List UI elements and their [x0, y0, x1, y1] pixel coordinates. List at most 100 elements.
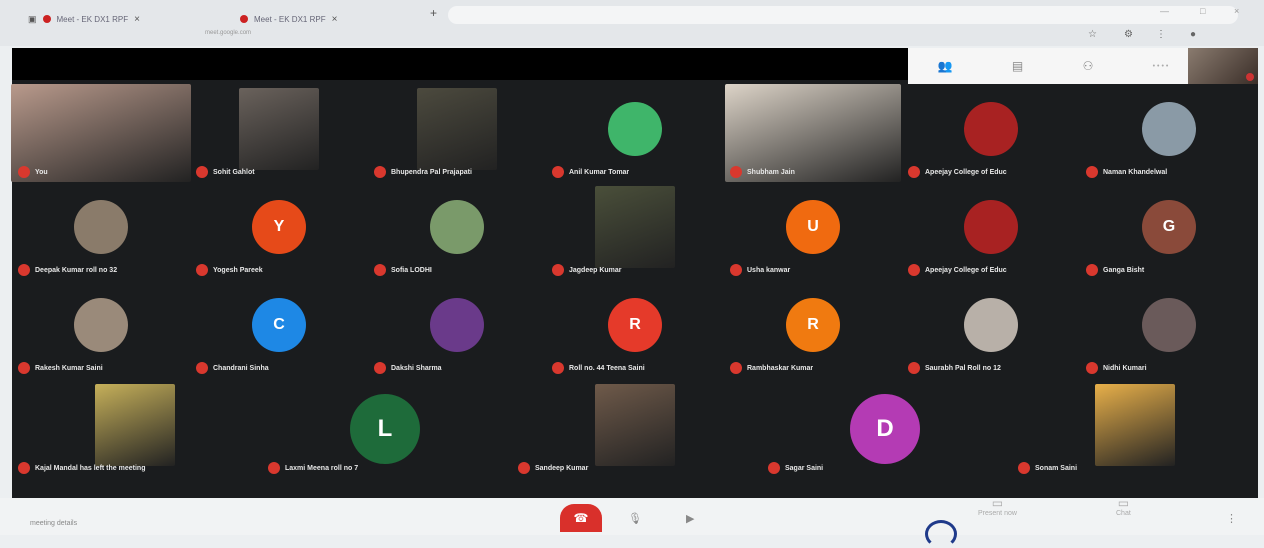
- participant-avatar: [430, 200, 484, 254]
- participant-name: Chandrani Sinha: [196, 362, 269, 374]
- participant-tile[interactable]: Anil Kumar Tomar: [546, 84, 724, 182]
- participant-tile[interactable]: Sofia LODHI: [368, 182, 546, 280]
- participant-tile[interactable]: C Chandrani Sinha: [190, 280, 368, 378]
- participant-tile[interactable]: Sonam Saini: [1012, 380, 1258, 478]
- participant-tile[interactable]: D Sagar Saini: [762, 380, 1008, 478]
- participants-icon[interactable]: 👥: [938, 59, 953, 73]
- mic-muted-icon: [196, 362, 208, 374]
- mic-muted-icon: [908, 264, 920, 276]
- participant-name-label: Sandeep Kumar: [535, 464, 589, 472]
- more-options-icon[interactable]: ⋮: [1226, 512, 1237, 525]
- participant-tile[interactable]: G Ganga Bisht: [1080, 182, 1258, 280]
- participant-name: You: [18, 166, 48, 178]
- participant-name-label: Saurabh Pal Roll no 12: [925, 364, 1001, 372]
- present-button[interactable]: ▭ Present now: [978, 496, 1017, 517]
- browser-tabbar: ▣ Meet - EK DX1 RPF × Meet - EK DX1 RPF …: [0, 0, 1264, 46]
- meeting-top-controls: 👥 ▤ ⚇ • • • •: [908, 48, 1198, 84]
- participant-tile[interactable]: Rakesh Kumar Saini: [12, 280, 190, 378]
- meeting-grid: 👥 ▤ ⚇ • • • • You Sohit Gahlot Bhupendra P…: [11, 48, 1258, 498]
- participant-name: Yogesh Pareek: [196, 264, 263, 276]
- chat-button[interactable]: ▭ Chat: [1116, 496, 1131, 517]
- participant-tile[interactable]: Kajal Mandal has left the meeting: [12, 380, 258, 478]
- chat-icon[interactable]: ▤: [1012, 59, 1023, 73]
- participant-tile[interactable]: Sohit Gahlot: [190, 84, 368, 182]
- chat-label: Chat: [1116, 510, 1131, 517]
- participant-name: Rambhaskar Kumar: [730, 362, 813, 374]
- participant-name-label: Dakshi Sharma: [391, 364, 442, 372]
- close-window-icon[interactable]: ×: [1234, 6, 1239, 16]
- browser-tab[interactable]: Meet - EK DX1 RPF ×: [240, 8, 337, 30]
- mic-muted-icon: [18, 462, 30, 474]
- participant-tile[interactable]: Naman Khandelwal: [1080, 84, 1258, 182]
- menu-icon[interactable]: ⋮: [1156, 29, 1166, 40]
- recording-dot-icon: [42, 15, 51, 23]
- participant-avatar: D: [850, 394, 920, 464]
- participant-tile[interactable]: Shubham Jain: [724, 84, 902, 182]
- participant-avatar: [964, 200, 1018, 254]
- participant-name: Saurabh Pal Roll no 12: [908, 362, 1001, 374]
- maximize-icon[interactable]: □: [1200, 6, 1205, 16]
- mic-muted-icon: [518, 462, 530, 474]
- participant-tile[interactable]: L Laxmi Meena roll no 7: [262, 380, 508, 478]
- microphone-button[interactable]: 🎙: [628, 512, 642, 525]
- people-icon[interactable]: ⚇: [1083, 59, 1094, 73]
- participant-name-label: Apeejay College of Educ: [925, 168, 1007, 176]
- participant-avatar: L: [350, 394, 420, 464]
- participant-name-label: Usha kanwar: [747, 266, 791, 274]
- browser-tab[interactable]: ▣ Meet - EK DX1 RPF ×: [28, 8, 140, 30]
- minimize-icon[interactable]: —: [1160, 6, 1169, 16]
- participant-avatar: [964, 102, 1018, 156]
- participant-tile[interactable]: Nidhi Kumari: [1080, 280, 1258, 378]
- mic-muted-icon: [908, 166, 920, 178]
- participant-name: Sandeep Kumar: [518, 462, 588, 474]
- participant-tile[interactable]: Deepak Kumar roll no 32: [12, 182, 190, 280]
- meeting-code[interactable]: meeting details: [30, 520, 77, 527]
- participant-avatar: C: [252, 298, 306, 352]
- participant-name-label: Apeejay College of Educ: [925, 266, 1007, 274]
- participant-video: [1095, 384, 1175, 466]
- profile-icon[interactable]: ●: [1190, 29, 1196, 40]
- self-view-thumbnail[interactable]: [1188, 48, 1258, 84]
- participant-tile[interactable]: Y Yogesh Pareek: [190, 182, 368, 280]
- phone-icon: ☎: [573, 511, 589, 525]
- address-bar[interactable]: [448, 6, 1238, 24]
- participant-video: [595, 186, 675, 268]
- participant-tile[interactable]: U Usha kanwar: [724, 182, 902, 280]
- participant-name-label: Roll no. 44 Teena Saini: [569, 364, 645, 372]
- tab-label: Meet - EK DX1 RPF: [56, 14, 129, 24]
- participant-tile[interactable]: Jagdeep Kumar: [546, 182, 724, 280]
- camera-icon: ▣: [28, 13, 37, 24]
- recording-dot-icon: [240, 15, 248, 23]
- star-icon[interactable]: ☆: [1088, 29, 1097, 40]
- new-tab-icon[interactable]: +: [430, 6, 437, 20]
- participant-tile[interactable]: Sandeep Kumar: [512, 380, 758, 478]
- extension-icon[interactable]: ⚙: [1124, 29, 1133, 40]
- participant-avatar: [430, 298, 484, 352]
- participant-tile[interactable]: Bhupendra Pal Prajapati: [368, 84, 546, 182]
- mic-muted-icon: [730, 362, 742, 374]
- close-icon[interactable]: ×: [134, 14, 140, 25]
- participant-avatar: R: [608, 298, 662, 352]
- participant-name-label: Sonam Saini: [1035, 464, 1078, 472]
- participant-avatar: [1142, 298, 1196, 352]
- participant-name: Ganga Bisht: [1086, 264, 1144, 276]
- participant-tile[interactable]: Apeejay College of Educ: [902, 182, 1080, 280]
- participant-tile[interactable]: Dakshi Sharma: [368, 280, 546, 378]
- participant-name-label: Ganga Bisht: [1103, 266, 1145, 274]
- participant-name-label: Bhupendra Pal Prajapati: [391, 168, 472, 176]
- participant-tile[interactable]: Apeejay College of Educ: [902, 84, 1080, 182]
- participant-name-label: Chandrani Sinha: [213, 364, 269, 372]
- camera-button[interactable]: ▶: [686, 512, 694, 525]
- mic-muted-icon: [730, 264, 742, 276]
- participant-tile[interactable]: R Roll no. 44 Teena Saini: [546, 280, 724, 378]
- close-icon[interactable]: ×: [332, 14, 338, 25]
- participant-tile[interactable]: Saurabh Pal Roll no 12: [902, 280, 1080, 378]
- participant-name: Nidhi Kumari: [1086, 362, 1147, 374]
- participant-avatar: [74, 298, 128, 352]
- mic-muted-icon: [768, 462, 780, 474]
- leave-call-button[interactable]: ☎: [560, 504, 602, 532]
- participant-tile[interactable]: You: [11, 84, 191, 182]
- participant-tile[interactable]: R Rambhaskar Kumar: [724, 280, 902, 378]
- mic-muted-icon: [374, 362, 386, 374]
- mic-muted-icon: [1086, 166, 1098, 178]
